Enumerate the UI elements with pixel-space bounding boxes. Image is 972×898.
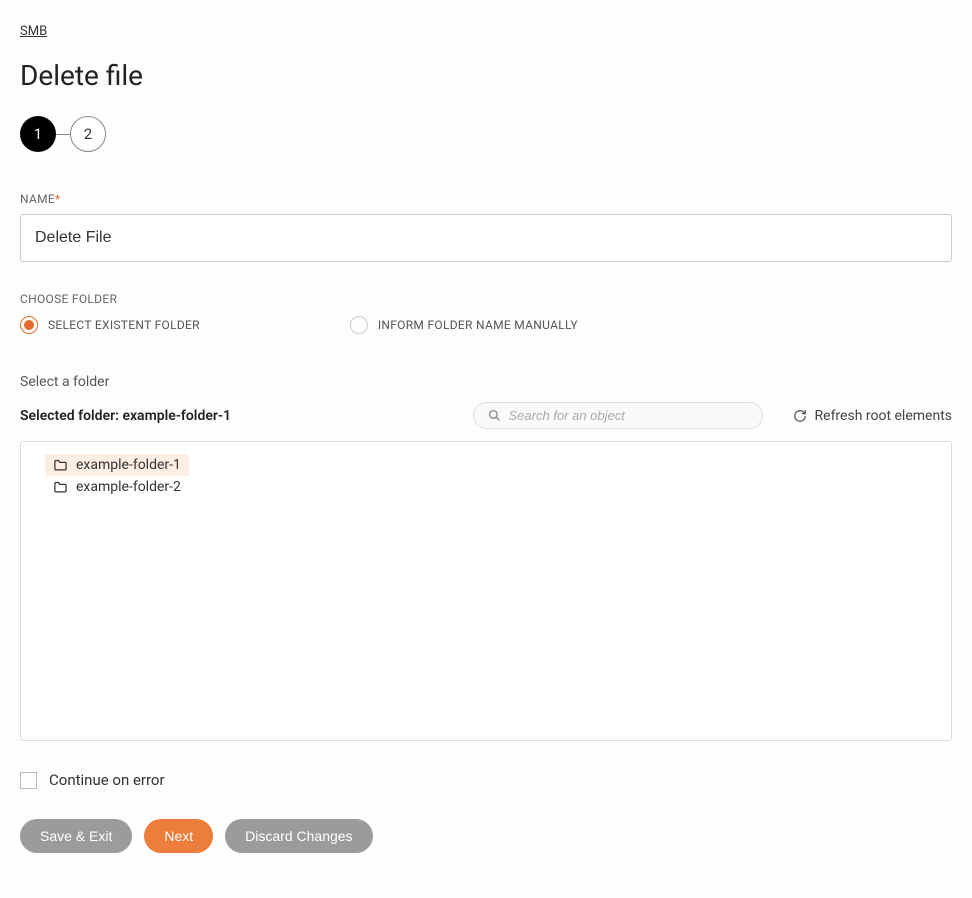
tree-item[interactable]: example-folder-2 bbox=[45, 476, 189, 498]
tree-item-label: example-folder-1 bbox=[76, 457, 181, 473]
tree-item[interactable]: example-folder-1 bbox=[45, 454, 189, 476]
folder-tree: example-folder-1 example-folder-2 bbox=[20, 441, 952, 741]
search-input[interactable] bbox=[509, 408, 748, 423]
choose-folder-radio-group: SELECT EXISTENT FOLDER INFORM FOLDER NAM… bbox=[20, 316, 952, 334]
continue-on-error-label: Continue on error bbox=[49, 771, 165, 789]
radio-icon bbox=[20, 316, 38, 334]
radio-icon bbox=[350, 316, 368, 334]
step-1[interactable]: 1 bbox=[20, 116, 56, 152]
tree-item-label: example-folder-2 bbox=[76, 479, 181, 495]
step-2[interactable]: 2 bbox=[70, 116, 106, 152]
continue-on-error-checkbox[interactable] bbox=[20, 772, 37, 789]
continue-on-error-row: Continue on error bbox=[20, 771, 952, 789]
name-input[interactable] bbox=[20, 214, 952, 262]
refresh-icon bbox=[793, 409, 807, 423]
save-exit-button[interactable]: Save & Exit bbox=[20, 819, 132, 853]
folder-toolbar: Selected folder: example-folder-1 Refres… bbox=[20, 402, 952, 429]
choose-folder-label: CHOOSE FOLDER bbox=[20, 292, 952, 306]
refresh-root-elements[interactable]: Refresh root elements bbox=[793, 408, 952, 424]
radio-inform-manually[interactable]: INFORM FOLDER NAME MANUALLY bbox=[350, 316, 578, 334]
search-icon bbox=[488, 409, 501, 422]
search-box[interactable] bbox=[473, 402, 763, 429]
page-title: Delete file bbox=[20, 59, 952, 92]
refresh-label: Refresh root elements bbox=[815, 408, 952, 424]
radio-label-existent: SELECT EXISTENT FOLDER bbox=[48, 318, 200, 332]
select-folder-heading: Select a folder bbox=[20, 374, 952, 390]
radio-select-existent[interactable]: SELECT EXISTENT FOLDER bbox=[20, 316, 200, 334]
button-row: Save & Exit Next Discard Changes bbox=[20, 819, 952, 853]
selected-folder-text: Selected folder: example-folder-1 bbox=[20, 408, 231, 424]
folder-icon bbox=[53, 458, 68, 473]
breadcrumb[interactable]: SMB bbox=[20, 24, 47, 39]
next-button[interactable]: Next bbox=[144, 819, 213, 853]
name-label: NAME* bbox=[20, 192, 952, 206]
stepper: 1 2 bbox=[20, 116, 952, 152]
folder-icon bbox=[53, 480, 68, 495]
required-mark: * bbox=[55, 192, 60, 206]
discard-changes-button[interactable]: Discard Changes bbox=[225, 819, 372, 853]
radio-label-manual: INFORM FOLDER NAME MANUALLY bbox=[378, 318, 578, 332]
step-connector bbox=[56, 134, 70, 135]
